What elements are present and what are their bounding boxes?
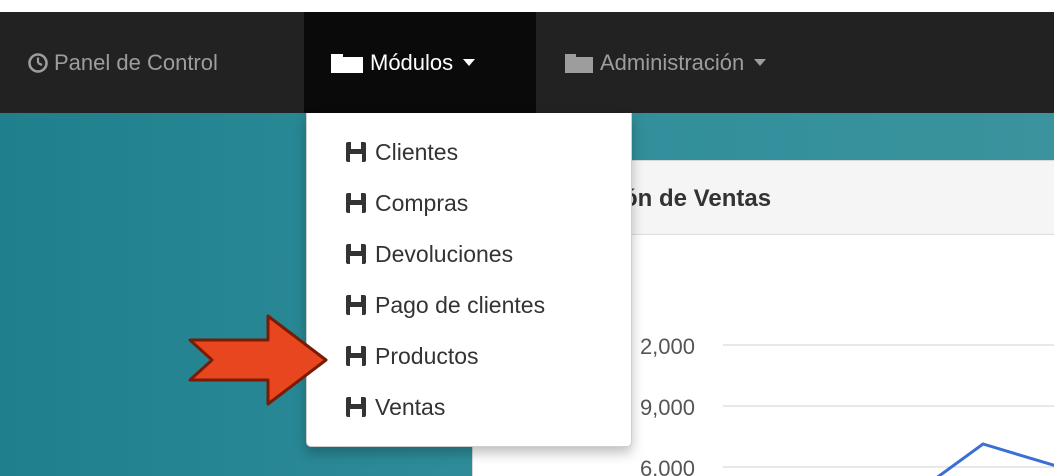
tick-label: 6,000	[640, 456, 695, 476]
menu-item-clientes[interactable]: Clientes	[345, 137, 458, 167]
menu-item-productos[interactable]: Productos	[345, 341, 479, 371]
nav-label: Administración	[600, 49, 745, 75]
nav-label: Módulos	[370, 49, 454, 75]
navbar: Panel de Control Módulos Administración	[0, 12, 1054, 113]
menu-item-label: Compras	[375, 189, 469, 216]
menu-item-label: Productos	[375, 342, 479, 369]
menu-item-label: Devoluciones	[375, 240, 514, 267]
floppy-disk-icon	[345, 192, 367, 214]
tick-label: 2,000	[640, 334, 695, 359]
menu-item-ventas[interactable]: Ventas	[345, 392, 445, 422]
folder-icon	[330, 52, 364, 74]
nav-administracion[interactable]: Administración	[536, 12, 836, 113]
floppy-disk-icon	[345, 243, 367, 265]
menu-item-label: Ventas	[375, 393, 446, 420]
series-line	[936, 442, 1054, 476]
menu-item-devoluciones[interactable]: Devoluciones	[345, 239, 513, 269]
nav-modulos[interactable]: Módulos	[304, 12, 536, 113]
floppy-disk-icon	[345, 141, 367, 163]
menu-item-label: Clientes	[375, 138, 459, 165]
floppy-disk-icon	[345, 294, 367, 316]
menu-item-label: Pago de clientes	[375, 291, 546, 318]
modules-dropdown-menu: Clientes Compras Devoluciones Pago de cl…	[306, 113, 632, 447]
folder-icon	[564, 52, 594, 74]
dashboard-icon	[28, 52, 48, 73]
chevron-down-icon	[754, 59, 767, 66]
nav-panel-de-control[interactable]: Panel de Control	[0, 12, 304, 113]
red-arrow-annotation	[188, 314, 328, 406]
floppy-disk-icon	[345, 345, 367, 367]
nav-label: Panel de Control	[54, 49, 218, 75]
floppy-disk-icon	[345, 396, 367, 418]
top-strip	[0, 0, 1054, 12]
chevron-down-icon	[463, 59, 476, 66]
menu-item-pago-de-clientes[interactable]: Pago de clientes	[345, 290, 545, 320]
tick-label: 9,000	[640, 395, 695, 420]
menu-item-compras[interactable]: Compras	[345, 188, 468, 218]
